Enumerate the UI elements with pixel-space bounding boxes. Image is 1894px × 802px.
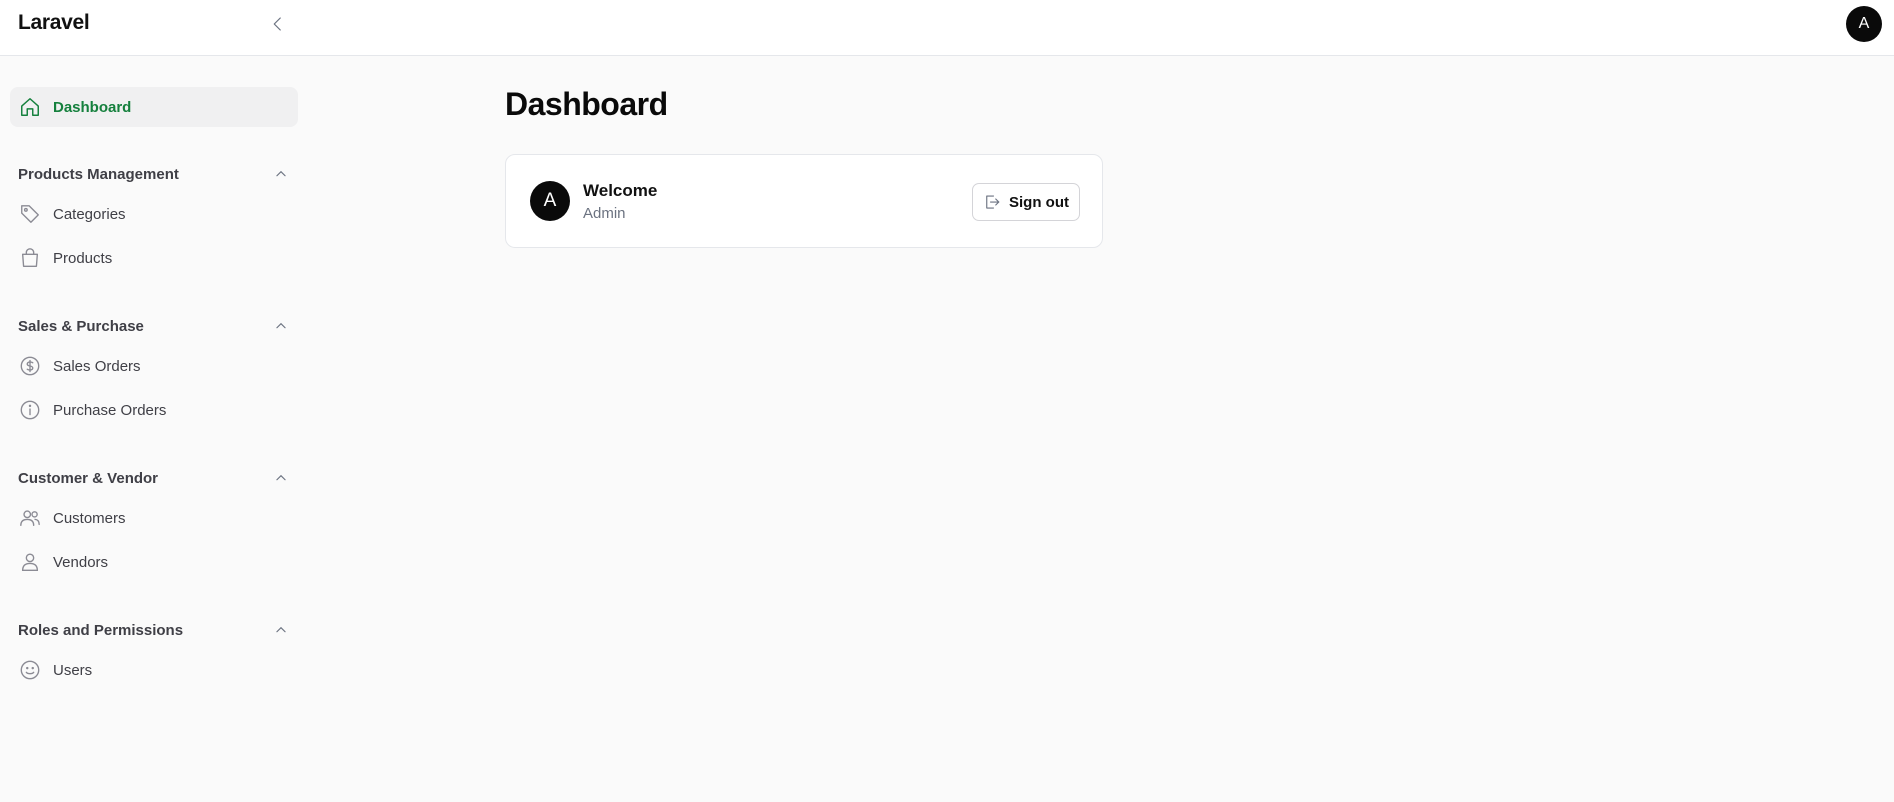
sidebar-item-purchase-orders[interactable]: Purchase Orders [10, 390, 298, 430]
sidebar-item-label: Purchase Orders [53, 401, 167, 419]
sidebar-item-sales-orders[interactable]: Sales Orders [10, 346, 298, 386]
sidebar-item-label: Customers [53, 509, 126, 527]
group-title: Customer & Vendor [18, 469, 159, 487]
dollar-circle-icon [17, 353, 43, 379]
sidebar-item-label: Products [53, 249, 113, 267]
group-header-roles-permissions[interactable]: Roles and Permissions [10, 615, 298, 645]
avatar: A [530, 181, 570, 221]
page-title: Dashboard [505, 86, 668, 122]
sidebar-item-products[interactable]: Products [10, 238, 298, 278]
sidebar-item-users[interactable]: Users [10, 650, 298, 690]
tag-icon [17, 201, 43, 227]
sign-out-button[interactable]: Sign out [972, 183, 1080, 221]
shopping-bag-icon [17, 245, 43, 271]
brand-logo[interactable]: Laravel [18, 11, 90, 35]
sidebar-item-label: Dashboard [53, 98, 132, 116]
group-title: Sales & Purchase [18, 317, 144, 335]
sidebar-item-vendors[interactable]: Vendors [10, 542, 298, 582]
welcome-title: Welcome [583, 181, 658, 200]
sidebar-item-categories[interactable]: Categories [10, 194, 298, 234]
top-bar: Laravel A [0, 0, 1894, 56]
chevron-up-icon [274, 167, 288, 181]
sign-out-label: Sign out [1009, 193, 1069, 211]
sidebar-item-label: Categories [53, 205, 126, 223]
welcome-subtitle: Admin [583, 205, 626, 222]
welcome-card: A Welcome Admin Sign out [505, 154, 1103, 248]
user-icon [17, 549, 43, 575]
sidebar: Dashboard Products Management Categories… [0, 57, 308, 802]
collapse-sidebar-button[interactable] [266, 12, 290, 36]
group-title: Products Management [18, 165, 179, 183]
sign-out-icon [983, 193, 1001, 211]
chevron-up-icon [274, 471, 288, 485]
info-circle-icon [17, 397, 43, 423]
chevron-left-icon [273, 17, 281, 31]
group-header-sales-purchase[interactable]: Sales & Purchase [10, 311, 298, 341]
chevron-up-icon [274, 319, 288, 333]
sidebar-item-customers[interactable]: Customers [10, 498, 298, 538]
group-header-products-management[interactable]: Products Management [10, 159, 298, 189]
sidebar-item-label: Sales Orders [53, 357, 141, 375]
sidebar-item-label: Users [53, 661, 93, 679]
smile-icon [17, 657, 43, 683]
home-icon [17, 94, 43, 120]
group-title: Roles and Permissions [18, 621, 184, 639]
user-avatar-button[interactable]: A [1846, 6, 1882, 42]
chevron-up-icon [274, 623, 288, 637]
sidebar-item-label: Vendors [53, 553, 109, 571]
group-header-customer-vendor[interactable]: Customer & Vendor [10, 463, 298, 493]
users-icon [17, 505, 43, 531]
sidebar-item-dashboard[interactable]: Dashboard [10, 87, 298, 127]
